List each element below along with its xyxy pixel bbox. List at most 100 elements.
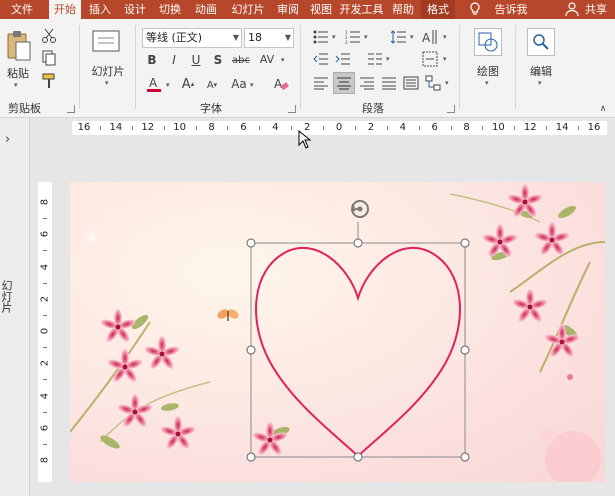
smartart-convert-icon[interactable] [424,74,442,92]
svg-text:A: A [149,76,158,90]
distributed-icon[interactable] [402,74,420,92]
columns-icon[interactable] [366,50,384,68]
ruler-number: 0 [39,327,51,335]
underline-icon[interactable]: U [188,52,204,68]
ribbon-separator [79,25,80,109]
font-launcher-icon[interactable] [288,105,296,113]
line-spacing-dropdown-icon[interactable]: ▾ [410,33,414,41]
numbering-dropdown-icon[interactable]: ▾ [364,33,368,41]
char-spacing-dropdown-icon[interactable]: ▾ [281,56,285,64]
chevron-down-icon: ▼ [284,33,291,42]
indent-decrease-icon[interactable] [312,50,330,68]
tell-me-search[interactable]: 告诉我 [489,0,533,19]
slides-panel-label[interactable]: 幻灯片 [0,280,14,313]
shadow-icon[interactable]: S [210,52,226,68]
text-direction-icon[interactable]: A [420,28,440,46]
font-color-icon[interactable]: A [146,75,162,93]
ruler-number: 14 [109,122,123,133]
tab-help[interactable]: 帮助 [387,0,419,19]
share-button[interactable]: 共享 [582,0,610,19]
bullets-icon[interactable] [312,28,330,46]
change-case-dropdown-icon[interactable]: ▾ [250,81,254,89]
tab-slideshow[interactable]: 幻灯片 [226,0,270,19]
horizontal-ruler[interactable]: 16 14 12 10 8 6 4 2 0 2 4 6 8 10 12 14 16 [72,121,607,135]
font-color-dropdown-icon[interactable]: ▾ [166,81,170,89]
resize-handle-s[interactable] [353,452,363,462]
drawing-label[interactable]: 绘图 [466,63,510,79]
ribbon-tab-bar: 文件 开始 插入 设计 切换 动画 幻灯片 审阅 视图 开发工具 帮助 格式 告… [0,0,615,20]
text-direction-dropdown-icon[interactable]: ▾ [443,33,447,41]
tab-transitions[interactable]: 切换 [154,0,186,19]
change-case-icon[interactable]: Aa [230,76,248,92]
tab-insert[interactable]: 插入 [84,0,116,19]
cut-icon[interactable] [40,27,58,45]
tab-developer[interactable]: 开发工具 [339,0,384,19]
person-icon[interactable] [564,1,580,17]
char-spacing-icon[interactable]: AV [256,50,278,68]
ruler-tick [43,218,47,220]
bold-icon[interactable]: B [144,52,160,68]
ruler-number: 0 [335,122,343,133]
justify-icon[interactable] [380,74,398,92]
editing-label[interactable]: 编辑 [519,63,563,79]
resize-handle-sw[interactable] [246,452,256,462]
new-slide-icon[interactable] [90,27,122,57]
resize-handle-se[interactable] [460,452,470,462]
clipboard-launcher-icon[interactable] [67,105,75,113]
tab-view[interactable]: 视图 [306,0,336,19]
resize-handle-e[interactable] [460,345,470,355]
tab-review[interactable]: 审阅 [273,0,303,19]
resize-handle-n[interactable] [353,238,363,248]
line-spacing-icon[interactable] [390,28,408,46]
bullets-dropdown-icon[interactable]: ▾ [332,33,336,41]
paste-label[interactable]: 粘贴 [4,65,32,81]
editing-dropdown-icon[interactable]: ▾ [538,79,542,87]
paragraph-launcher-icon[interactable] [447,105,455,113]
ruler-number: 8 [39,456,51,464]
resize-handle-nw[interactable] [246,238,256,248]
slides-button-label[interactable]: 幻灯片 [86,63,130,79]
align-text-icon[interactable] [420,50,440,68]
font-size-combo[interactable]: 18 ▼ [244,28,294,48]
collapse-ribbon-icon[interactable]: ∧ [596,103,610,115]
tab-animations[interactable]: 动画 [189,0,223,19]
lightbulb-icon[interactable] [467,1,483,17]
vertical-ruler[interactable]: 8 6 4 2 0 2 4 6 8 [38,182,52,482]
tab-design[interactable]: 设计 [119,0,151,19]
expand-panel-icon[interactable]: › [5,132,10,147]
tab-format[interactable]: 格式 [421,0,455,19]
indent-increase-icon[interactable] [334,50,352,68]
align-right-icon[interactable] [358,74,376,92]
flower [106,349,144,384]
smartart-dropdown-icon[interactable]: ▾ [445,79,449,87]
heart-shape[interactable] [255,246,461,458]
italic-icon[interactable]: I [166,52,182,68]
drawing-shapes-icon[interactable] [474,28,502,56]
align-text-dropdown-icon[interactable]: ▾ [443,55,447,63]
increase-font-icon[interactable]: A ▴ [180,76,196,92]
paste-dropdown-icon[interactable]: ▾ [14,81,18,89]
drawing-dropdown-icon[interactable]: ▾ [485,79,489,87]
resize-handle-ne[interactable] [460,238,470,248]
ruler-tick [43,314,47,316]
font-name-combo[interactable]: 等线 (正文) ▼ [142,28,242,48]
align-center-icon[interactable] [333,72,355,94]
strikethrough-icon[interactable]: abc [230,52,252,68]
magnifier-icon[interactable] [527,28,555,56]
ruler-number: 16 [77,122,91,133]
paste-icon[interactable] [4,29,34,63]
slides-dropdown-icon[interactable]: ▾ [105,79,109,87]
align-left-icon[interactable] [312,74,330,92]
format-painter-icon[interactable] [40,72,58,90]
resize-handle-w[interactable] [246,345,256,355]
decrease-font-icon[interactable]: A ▾ [204,77,220,93]
rotate-handle-icon[interactable] [351,200,369,218]
tab-file[interactable]: 文件 [0,0,44,19]
copy-icon[interactable] [40,49,58,67]
font-size-value: 18 [248,31,262,44]
slide-canvas[interactable] [70,182,605,482]
clear-formatting-icon[interactable]: A [272,75,290,93]
columns-dropdown-icon[interactable]: ▾ [386,55,390,63]
numbering-icon[interactable]: 123 [344,28,362,46]
tab-home[interactable]: 开始 [49,0,81,20]
